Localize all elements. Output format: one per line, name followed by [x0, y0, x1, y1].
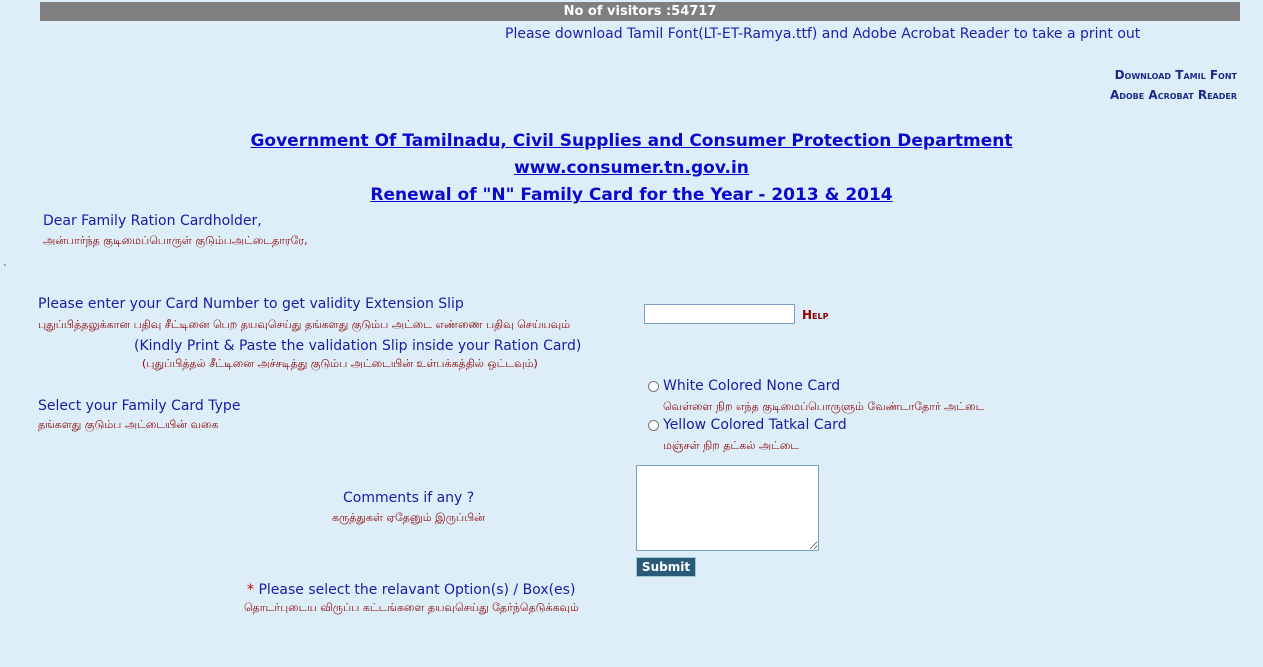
card-number-label: Please enter your Card Number to get val…: [38, 296, 464, 312]
help-link[interactable]: Help: [802, 308, 828, 322]
greeting-tamil: அன்பார்ந்த குடிமைப்பொருள் குடும்பஅட்டைதா…: [43, 234, 308, 247]
yellow-card-option-label[interactable]: Yellow Colored Tatkal Card: [663, 417, 847, 433]
adobe-acrobat-reader-link[interactable]: Adobe Acrobat Reader: [1110, 88, 1237, 102]
comments-label: Comments if any ?: [343, 490, 475, 506]
card-type-label-tamil: தங்களது குடும்ப அட்டையின் வகை: [38, 418, 219, 431]
visitor-counter: No of visitors :54717: [40, 2, 1240, 21]
download-notice: Please download Tamil Font(LT-ET-Ramya.t…: [505, 26, 1141, 42]
footer-note-english: Please select the relavant Option(s) / B…: [258, 582, 576, 598]
comments-textarea[interactable]: [636, 465, 819, 551]
footer-note: * Please select the relavant Option(s) /…: [247, 582, 575, 598]
white-card-radio[interactable]: [648, 381, 659, 392]
white-card-option-tamil: வெள்ளை நிற எந்த குடிமைப்பொருளும் வேண்டாத…: [663, 400, 985, 413]
yellow-card-radio[interactable]: [648, 420, 659, 431]
department-title[interactable]: Government Of Tamilnadu, Civil Supplies …: [0, 131, 1263, 151]
required-star: *: [247, 582, 254, 598]
download-tamil-font-link[interactable]: Download Tamil Font: [1115, 68, 1237, 82]
card-type-label: Select your Family Card Type: [38, 398, 241, 414]
print-paste-note-tamil: (புதுப்பித்தல் சீட்டினை அச்சடித்து குடும…: [142, 357, 538, 370]
yellow-card-option-tamil: மஞ்சள் நிற தட்கல் அட்டை: [663, 439, 800, 452]
print-paste-note: (Kindly Print & Paste the validation Sli…: [134, 338, 582, 354]
website-link[interactable]: www.consumer.tn.gov.in: [0, 158, 1263, 178]
white-card-option-label[interactable]: White Colored None Card: [663, 378, 840, 394]
card-number-input[interactable]: [644, 304, 795, 324]
comments-label-tamil: கருத்துகள் ஏதேனும் இருப்பின்: [332, 511, 485, 524]
renewal-title[interactable]: Renewal of "N" Family Card for the Year …: [0, 185, 1263, 205]
stray-mark: `: [3, 264, 8, 275]
card-number-label-tamil: புதுப்பித்தலுக்கான பதிவு சீட்டினை பெற தய…: [38, 318, 571, 331]
submit-button[interactable]: Submit: [636, 557, 696, 577]
footer-note-tamil: தொடர்புடைய விருப்ப கட்டங்களை தயவுசெய்து …: [244, 601, 579, 614]
greeting-english: Dear Family Ration Cardholder,: [43, 213, 262, 229]
